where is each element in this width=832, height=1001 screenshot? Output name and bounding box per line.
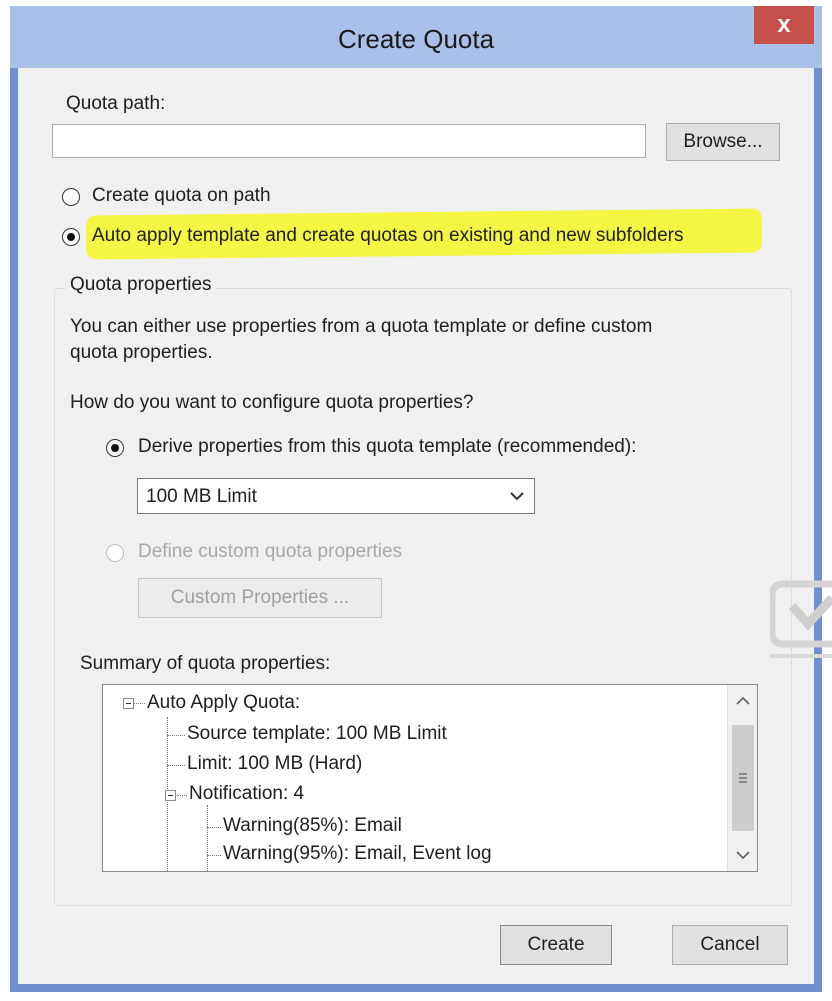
watermark-logo (770, 580, 832, 658)
title-bar[interactable]: Create Quota x (10, 6, 822, 68)
tree-connector (167, 735, 185, 736)
auto-apply-template-label[interactable]: Auto apply template and create quotas on… (92, 225, 684, 247)
properties-description-line1: You can either use properties from a quo… (70, 316, 653, 337)
tree-item-limit[interactable]: Limit: 100 MB (Hard) (187, 753, 362, 775)
scroll-up-icon[interactable] (729, 687, 757, 715)
derive-template-radio[interactable] (106, 439, 124, 457)
create-quota-on-path-label[interactable]: Create quota on path (92, 185, 271, 207)
create-quota-on-path-radio[interactable] (62, 188, 80, 206)
scroll-thumb[interactable] (732, 725, 754, 831)
quota-template-select[interactable]: 100 MB Limit (137, 478, 535, 514)
configure-question: How do you want to configure quota prope… (70, 392, 474, 413)
summary-tree[interactable]: Auto Apply Quota: Source template: 100 M… (102, 684, 758, 872)
tree-connector (167, 765, 185, 766)
tree-connector (207, 805, 208, 871)
properties-description-line2: quota properties. (70, 342, 213, 363)
tree-item-source-template[interactable]: Source template: 100 MB Limit (187, 723, 447, 745)
create-button[interactable]: Create (500, 925, 612, 965)
chevron-down-icon (510, 492, 524, 501)
tree-connector (177, 795, 187, 796)
browse-button[interactable]: Browse... (666, 123, 780, 161)
quota-template-value: 100 MB Limit (146, 486, 257, 507)
define-custom-radio[interactable] (106, 544, 124, 562)
quota-path-input[interactable] (52, 124, 646, 158)
quota-path-label: Quota path: (66, 93, 166, 114)
dialog-title: Create Quota (337, 24, 495, 54)
tree-connector (133, 703, 145, 704)
scroll-down-icon[interactable] (729, 841, 757, 869)
dialog-body: Quota path: Browse... Create quota on pa… (18, 68, 814, 984)
summary-label: Summary of quota properties: (80, 653, 331, 674)
tree-item-auto-apply[interactable]: Auto Apply Quota: (147, 692, 300, 714)
tree-scrollbar[interactable] (727, 685, 757, 871)
collapse-icon[interactable] (123, 698, 134, 709)
tree-connector (207, 855, 221, 856)
tree-item-notification[interactable]: Notification: 4 (189, 783, 304, 805)
define-custom-label[interactable]: Define custom quota properties (138, 541, 402, 563)
cancel-button[interactable]: Cancel (672, 925, 788, 965)
tree-item-warning-85[interactable]: Warning(85%): Email (223, 815, 402, 837)
close-button[interactable]: x (754, 6, 814, 44)
collapse-icon[interactable] (165, 790, 176, 801)
tree-item-warning-95[interactable]: Warning(95%): Email, Event log (223, 843, 492, 865)
grip-icon (739, 773, 747, 783)
create-quota-dialog: Create Quota x Quota path: Browse... Cre… (10, 6, 822, 992)
custom-properties-button[interactable]: Custom Properties ... (138, 578, 382, 618)
quota-properties-legend: Quota properties (66, 274, 216, 296)
derive-template-label[interactable]: Derive properties from this quota templa… (138, 436, 636, 458)
auto-apply-template-radio[interactable] (62, 228, 80, 246)
tree-connector (207, 827, 221, 828)
